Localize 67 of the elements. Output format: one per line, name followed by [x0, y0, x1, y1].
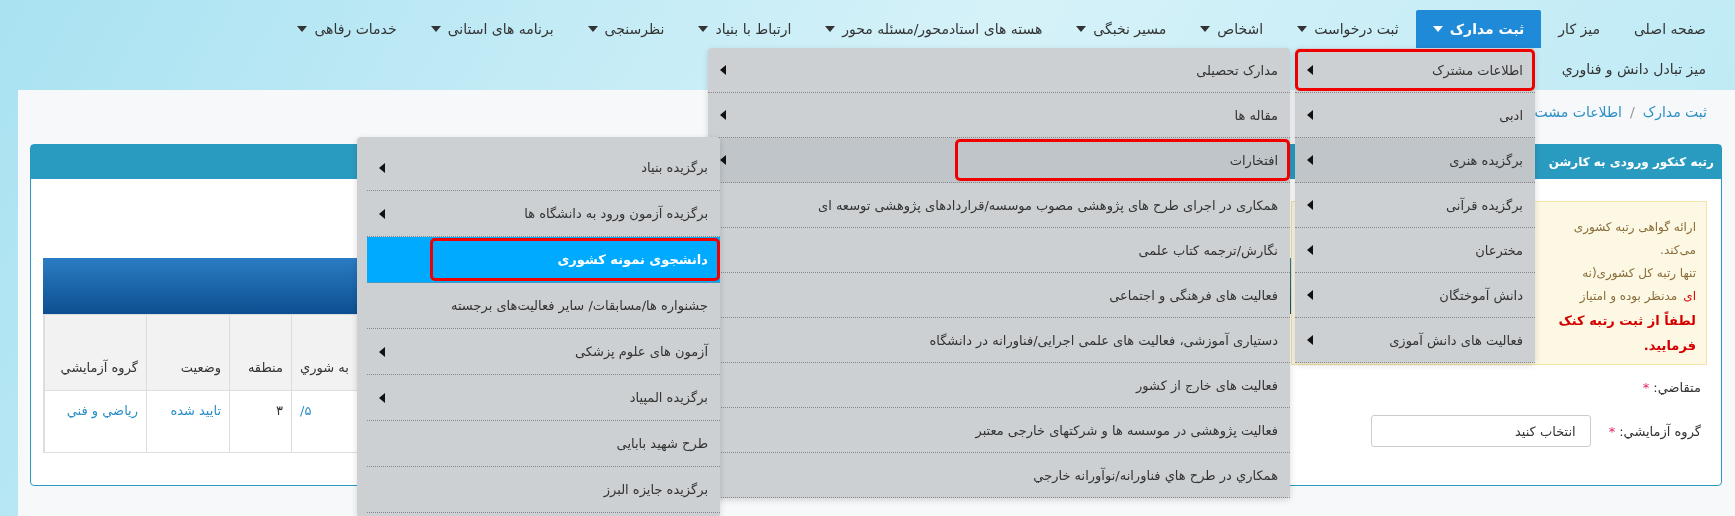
menu-item[interactable]: برگزیده جایزه البرز	[367, 467, 720, 513]
nav-item[interactable]: نظرسنجی	[570, 10, 682, 48]
caret-icon	[430, 26, 441, 32]
nav-item[interactable]: خدمات رفاهی	[280, 10, 414, 48]
warning-text: ارائه گواهی رتبه کشوری	[1573, 219, 1696, 236]
nav-item[interactable]: مسیر نخبگی	[1059, 10, 1184, 48]
caret-icon	[720, 110, 726, 120]
menu-item[interactable]: برگزیده المپیاد	[367, 375, 720, 421]
nav-item[interactable]: ثبت مدارک	[1415, 10, 1542, 48]
caret-icon	[1307, 290, 1313, 300]
caret-icon	[825, 26, 836, 32]
menu-item[interactable]: فعالیت های دانش آموزی	[1295, 318, 1535, 363]
warning-text: فرمایید.	[1643, 337, 1696, 355]
caret-icon	[297, 26, 308, 32]
warning-text: می‌کند.	[1660, 242, 1696, 259]
caret-icon	[698, 26, 709, 32]
warning-text: ای	[1683, 288, 1696, 305]
nav-item[interactable]: برنامه های استانی	[413, 10, 571, 48]
menu-item[interactable]: برگزیده هنری	[1295, 138, 1535, 183]
nav-item[interactable]: میز کار	[1541, 10, 1617, 48]
caret-icon	[379, 392, 385, 403]
menu-item[interactable]: آزمون های علوم پزشکی	[367, 329, 720, 375]
caret-icon	[379, 208, 385, 219]
caret-icon	[1307, 155, 1313, 165]
menu-item[interactable]: مخترعان	[1295, 228, 1535, 273]
warning-text: لطفاً از ثبت رتبه کنک	[1558, 310, 1696, 330]
field-label: گروه آزمايشي:	[1619, 423, 1701, 439]
caret-icon	[379, 346, 385, 357]
nav-item[interactable]: میز تبادل دانش و فناوري	[1544, 48, 1723, 90]
menu-item[interactable]: جشنواره ها/مسابقات/ سایر فعالیت‌های برجسته	[367, 283, 720, 329]
menu-item[interactable]: اطلاعات مشترک	[1295, 48, 1535, 93]
caret-icon	[1307, 65, 1313, 75]
nav-item[interactable]: اشخاص	[1183, 10, 1281, 48]
select-field[interactable]: انتخاب کنید	[1370, 415, 1591, 447]
caret-icon	[1307, 335, 1313, 345]
menu-item[interactable]: دانش آموختگان	[1295, 273, 1535, 318]
caret-icon	[1432, 26, 1443, 32]
panel-title: رتبه کنکور ورودی به کارشن	[1548, 155, 1714, 169]
menu-item[interactable]: مدارک تحصیلی	[708, 48, 1290, 93]
nav-item[interactable]: صفحه اصلی	[1616, 10, 1723, 48]
caret-icon	[1307, 200, 1313, 210]
caret-icon	[1076, 26, 1087, 32]
menu-item[interactable]: برگزیده بنیاد	[367, 145, 720, 191]
table-cell: تایید شده	[146, 390, 229, 452]
breadcrumb-separator: /	[1629, 104, 1635, 122]
table-cell: رياضي و فني	[44, 390, 146, 452]
caret-icon	[1297, 26, 1308, 32]
caret-icon	[1307, 245, 1313, 255]
menu-item[interactable]: برگزیده قرآنی	[1295, 183, 1535, 228]
field-label: متقاضي:	[1653, 379, 1701, 395]
warning-text: تنها رتبه کل کشوری(نه	[1582, 265, 1696, 282]
required-mark: *	[1608, 423, 1616, 439]
warning-text: مدنظر بوده و امتیاز	[1579, 288, 1678, 305]
nav-item[interactable]: ارتباط با بنیاد	[681, 10, 809, 48]
table-cell: ۳	[229, 390, 291, 452]
table-header: وضعیت	[146, 315, 229, 390]
caret-icon	[1200, 26, 1211, 32]
caret-icon	[379, 162, 385, 173]
table-header: منطقه	[229, 315, 291, 390]
caret-icon	[720, 65, 726, 75]
required-mark: *	[1642, 379, 1650, 395]
nav-item[interactable]: هسته های استادمحور/مسئله محور	[808, 10, 1060, 48]
menu-item[interactable]: طرح شهید بابایی	[367, 421, 720, 467]
caret-icon	[587, 26, 598, 32]
caret-icon	[1307, 110, 1313, 120]
table-header: گروه آزمايشي	[44, 315, 146, 390]
nav-item[interactable]: ثبت درخواست	[1280, 10, 1416, 48]
